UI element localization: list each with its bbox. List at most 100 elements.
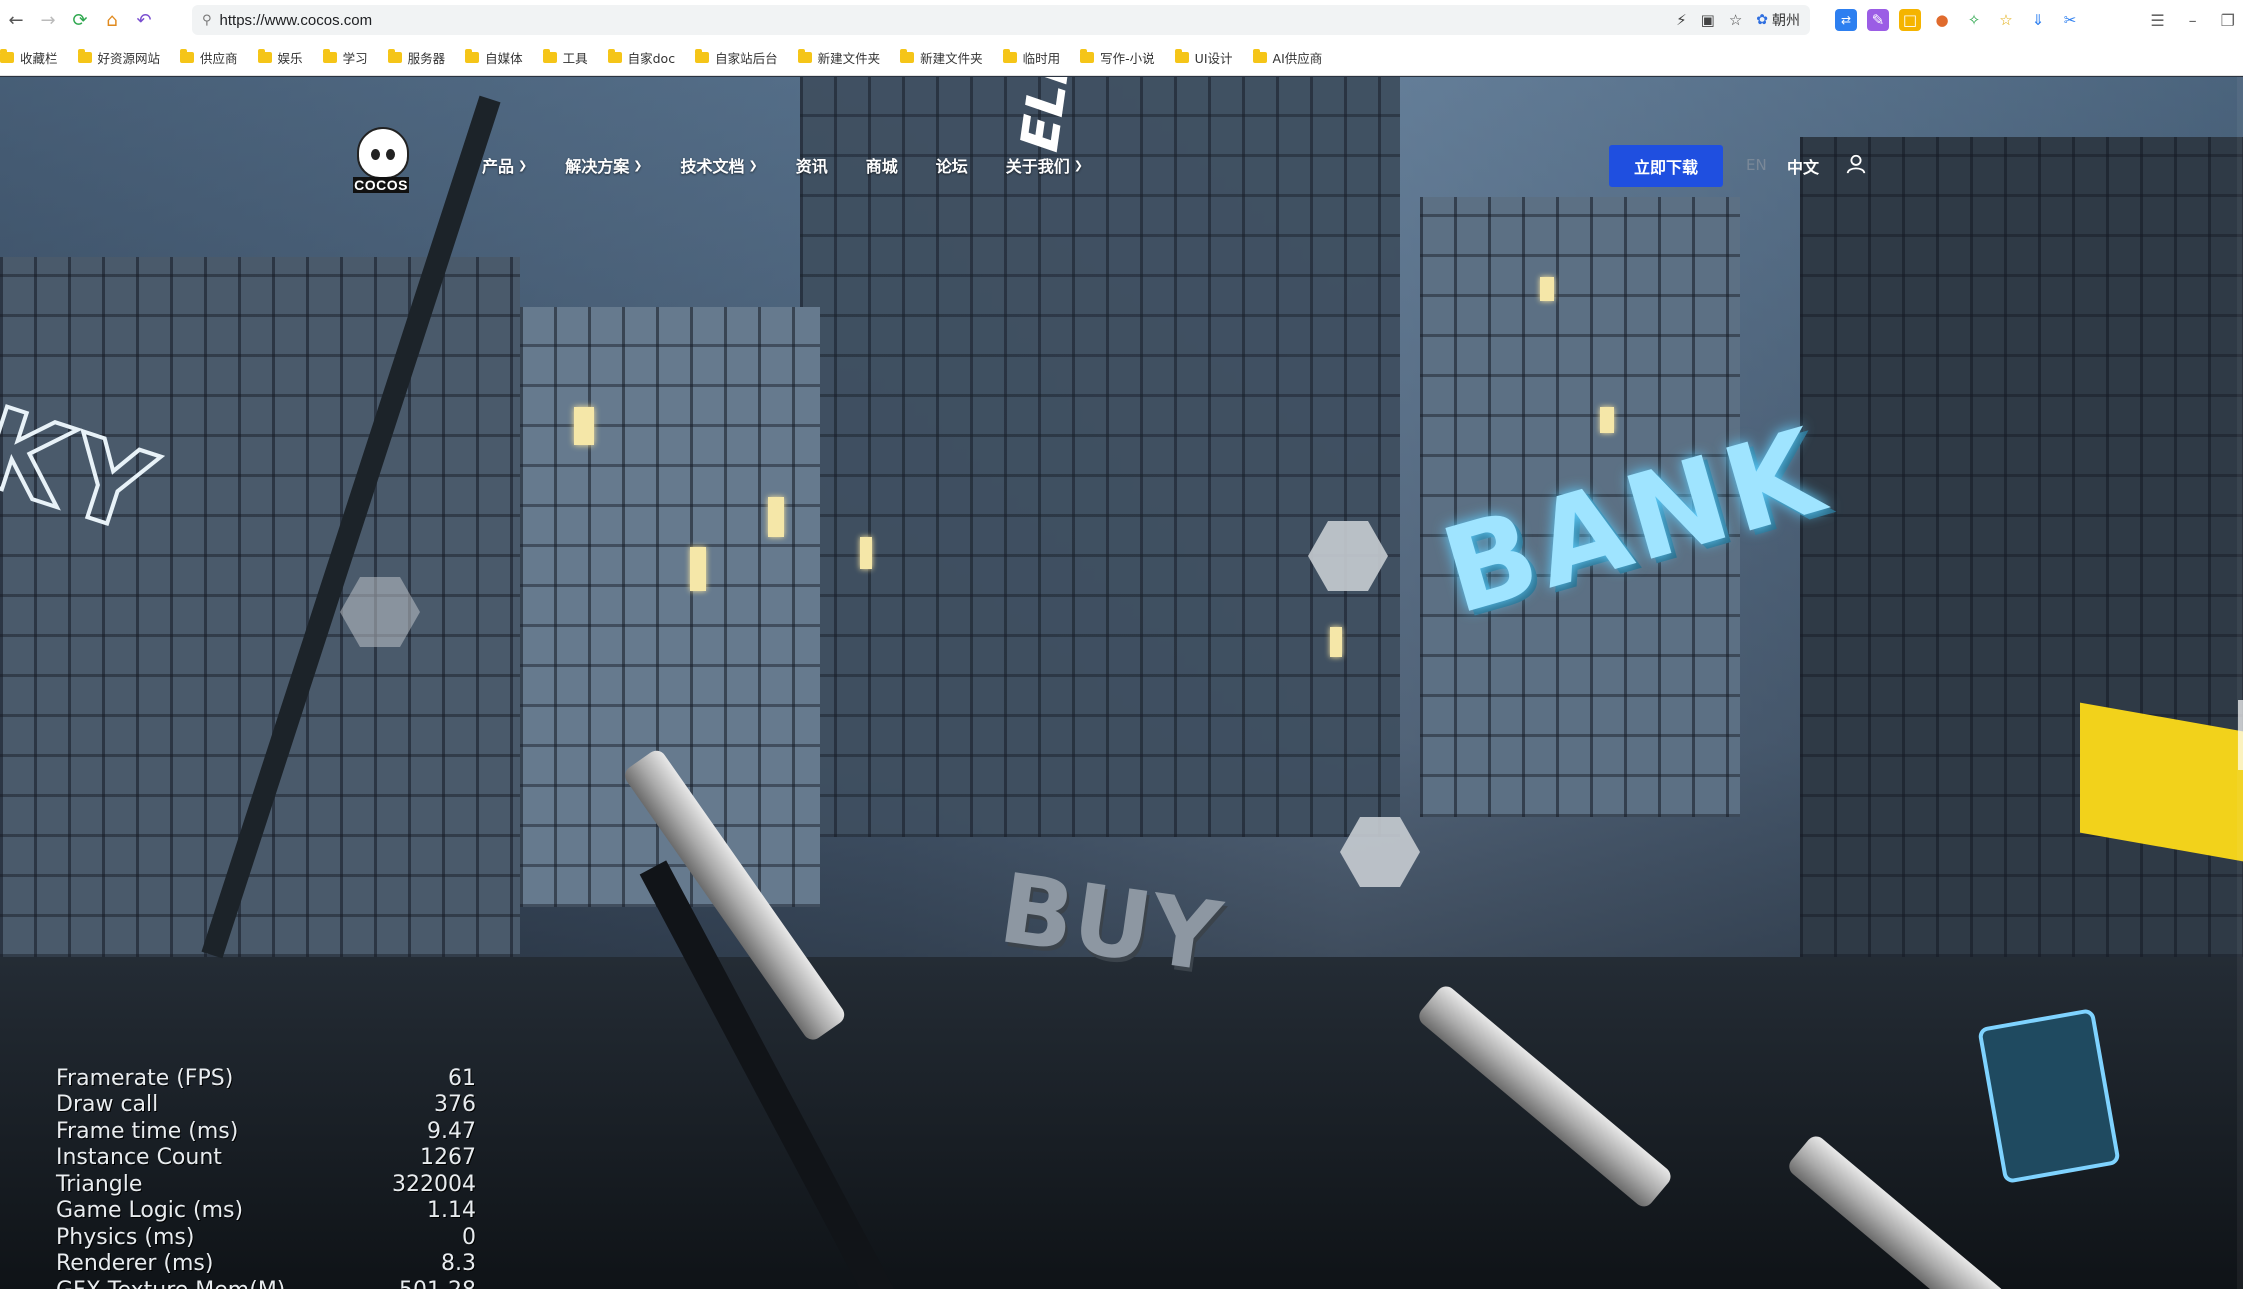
- folder-icon: [542, 49, 557, 63]
- nav-label: 论坛: [935, 157, 968, 176]
- folder-icon: [695, 49, 710, 63]
- favorites-icon[interactable]: ☆: [1995, 9, 2017, 31]
- undo-icon[interactable]: ↶: [128, 4, 160, 36]
- pen-icon[interactable]: ✎: [1867, 9, 1889, 31]
- bookmark-item[interactable]: 工具: [542, 48, 588, 67]
- cocos-logo[interactable]: COCOS: [353, 127, 409, 197]
- stat-row: Physics (ms) 0: [56, 1224, 476, 1250]
- bookmark-item[interactable]: 供应商: [180, 48, 238, 67]
- folder-icon: [607, 49, 622, 63]
- stat-row: Instance Count 1267: [56, 1145, 476, 1171]
- nav-item-docs[interactable]: 技术文档 ❯: [680, 153, 757, 177]
- nav-label: 技术文档: [680, 157, 745, 176]
- extensions: ⇄ ✎ □ ● ✧ ☆ ⇓ ✂: [1835, 4, 2081, 36]
- nav-item-forum[interactable]: 论坛: [936, 153, 968, 177]
- folder-icon[interactable]: □: [1899, 9, 1921, 31]
- folder-icon: [0, 49, 14, 63]
- cocos-homepage: BANK KY BUY ELEC COCOS 产品 ❯ 解决方案 ❯ 技术文档 …: [0, 77, 2243, 1289]
- profiler-stats: Framerate (FPS) 61 Draw call 376 Frame tim…: [56, 1065, 476, 1289]
- home-icon[interactable]: ⌂: [96, 4, 128, 36]
- bookmark-item[interactable]: 服务器: [387, 48, 445, 67]
- download-icon[interactable]: ⇓: [2027, 9, 2049, 31]
- download-button[interactable]: 立即下载: [1609, 145, 1723, 187]
- cookie-icon[interactable]: ●: [1931, 9, 1953, 31]
- star-icon[interactable]: ☆: [1729, 11, 1742, 29]
- page-scrollbar[interactable]: [2237, 77, 2243, 1289]
- puzzle-icon[interactable]: ✧: [1963, 9, 1985, 31]
- lit-window: [1330, 627, 1342, 657]
- lit-window: [690, 547, 706, 591]
- location-widget[interactable]: ✿ 朝州: [1756, 10, 1800, 30]
- chevron-down-icon: ❯: [518, 158, 528, 172]
- folder-icon: [1080, 49, 1095, 63]
- left-building: [0, 257, 520, 957]
- lang-zh-toggle[interactable]: 中文: [1787, 154, 1819, 178]
- bookmark-item[interactable]: 新建文件夹: [900, 48, 983, 67]
- browser-toolbar: ← → ⟳ ⌂ ↶ ⚲ https://www.cocos.com ⚡ ▣ ☆ …: [0, 0, 2243, 40]
- menu-icon[interactable]: ☰: [2150, 11, 2164, 30]
- paw-icon: ✿: [1756, 12, 1768, 28]
- nav-item-solutions[interactable]: 解决方案 ❯: [565, 153, 642, 177]
- central-tower: [800, 77, 1400, 837]
- folder-icon: [180, 49, 195, 63]
- bookmark-item[interactable]: 娱乐: [257, 48, 303, 67]
- cut-icon[interactable]: ✂: [2059, 9, 2081, 31]
- screenshot-icon[interactable]: ▣: [1701, 11, 1715, 29]
- folder-icon: [77, 49, 92, 63]
- lightning-icon[interactable]: ⚡: [1676, 11, 1687, 29]
- folder-icon: [257, 49, 272, 63]
- bookmarks-bar: 收藏栏 好资源网站 供应商 娱乐 学习 服务器 自媒体 工具 自家doc 自家站…: [0, 40, 2243, 76]
- folder-icon: [797, 49, 812, 63]
- folder-icon: [1252, 49, 1267, 63]
- nav-label: 产品: [482, 157, 515, 176]
- minimize-icon[interactable]: –: [2189, 11, 2197, 30]
- stat-row: Framerate (FPS) 61: [56, 1065, 476, 1091]
- stat-row: Frame time (ms) 9.47: [56, 1118, 476, 1144]
- nav-item-store[interactable]: 商城: [866, 153, 898, 177]
- back-icon[interactable]: ←: [0, 4, 32, 36]
- far-right-building: [1800, 137, 2243, 1037]
- location-text: 朝州: [1772, 13, 1800, 29]
- nav-item-products[interactable]: 产品 ❯: [482, 153, 527, 177]
- folder-icon: [387, 49, 402, 63]
- nav-label: 关于我们: [1005, 157, 1070, 176]
- lit-window: [860, 537, 872, 569]
- chevron-down-icon: ❯: [633, 158, 643, 172]
- bookmark-item[interactable]: AI供应商: [1252, 48, 1322, 67]
- chevron-down-icon: ❯: [748, 158, 758, 172]
- chevron-down-icon: ❯: [1073, 158, 1083, 172]
- reload-icon[interactable]: ⟳: [64, 4, 96, 36]
- restore-icon[interactable]: ❐: [2221, 11, 2235, 30]
- logo-text: COCOS: [353, 177, 409, 193]
- main-nav: 产品 ❯ 解决方案 ❯ 技术文档 ❯ 资讯 商城 论坛 关于我们 ❯: [482, 153, 1083, 177]
- logo-mascot-icon: [357, 127, 409, 179]
- folder-icon: [1002, 49, 1017, 63]
- bookmark-item[interactable]: 自媒体: [465, 48, 523, 67]
- bookmark-item[interactable]: 临时用: [1002, 48, 1060, 67]
- forward-icon[interactable]: →: [32, 4, 64, 36]
- stat-row: Renderer (ms) 8.3: [56, 1251, 476, 1277]
- bookmark-item[interactable]: 学习: [322, 48, 368, 67]
- bookmark-item[interactable]: 自家doc: [607, 48, 675, 67]
- folder-icon: [322, 49, 337, 63]
- lang-en-toggle[interactable]: EN: [1746, 156, 1767, 174]
- user-icon[interactable]: [1845, 153, 1867, 175]
- stat-row: Triangle 322004: [56, 1171, 476, 1197]
- scrollbar-thumb[interactable]: [2238, 700, 2243, 770]
- stat-row: Game Logic (ms) 1.14: [56, 1198, 476, 1224]
- bookmark-item[interactable]: 新建文件夹: [797, 48, 880, 67]
- bookmark-item[interactable]: 收藏栏: [0, 48, 58, 67]
- folder-icon: [1174, 49, 1189, 63]
- translate-icon[interactable]: ⇄: [1835, 9, 1857, 31]
- address-bar[interactable]: ⚲ https://www.cocos.com ⚡ ▣ ☆ ✿ 朝州: [192, 5, 1810, 35]
- nav-item-about[interactable]: 关于我们 ❯: [1006, 153, 1083, 177]
- nav-item-news[interactable]: 资讯: [796, 153, 828, 177]
- nav-label: 资讯: [795, 157, 828, 176]
- bookmark-item[interactable]: UI设计: [1174, 48, 1233, 67]
- bookmark-item[interactable]: 自家站后台: [695, 48, 778, 67]
- bookmark-item[interactable]: 好资源网站: [77, 48, 160, 67]
- lit-window: [768, 497, 784, 537]
- bookmark-item[interactable]: 写作-小说: [1080, 48, 1155, 67]
- url-text[interactable]: https://www.cocos.com: [220, 12, 373, 29]
- nav-label: 商城: [865, 157, 898, 176]
